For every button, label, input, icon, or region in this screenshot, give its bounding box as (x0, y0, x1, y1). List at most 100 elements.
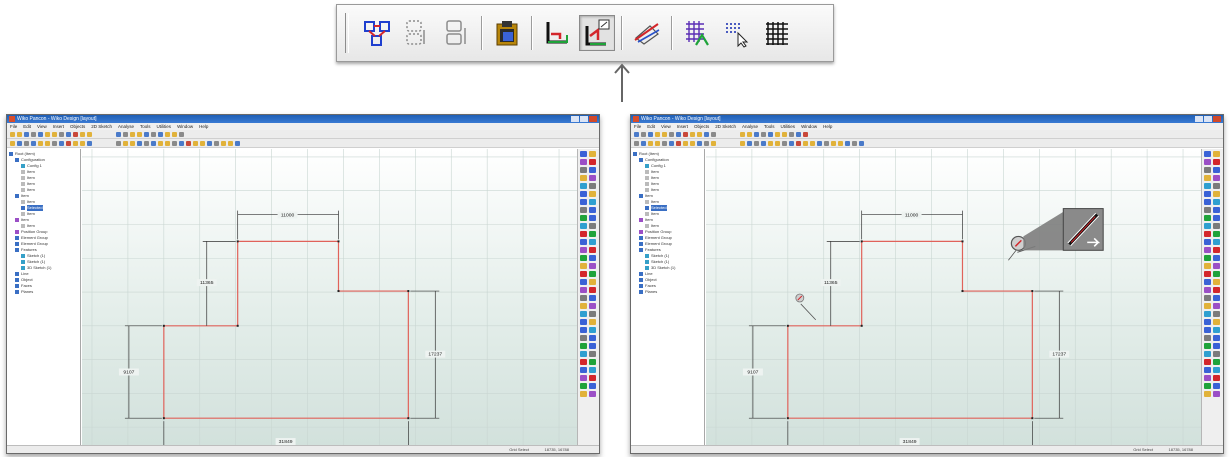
palette-tool-icon[interactable] (589, 335, 596, 341)
toolbar-tool-icon[interactable] (697, 140, 702, 146)
topology-button[interactable] (359, 15, 395, 51)
palette-tool-icon[interactable] (1213, 343, 1220, 349)
palette-tool-icon[interactable] (1213, 191, 1220, 197)
palette-tool-icon[interactable] (1213, 247, 1220, 253)
toolbar-tool-icon[interactable] (87, 140, 92, 146)
clipboard-button[interactable] (489, 15, 525, 51)
toolbar-tool-icon[interactable] (761, 140, 766, 146)
toolbar-tool-icon[interactable] (676, 140, 681, 146)
palette-tool-icon[interactable] (1213, 231, 1220, 237)
menu-item[interactable]: Edit (23, 123, 31, 130)
toolbar-tool-icon[interactable] (683, 131, 688, 137)
toolbar-tool-icon[interactable] (221, 140, 226, 146)
toolbar-tool-icon[interactable] (740, 140, 745, 146)
palette-tool-icon[interactable] (580, 391, 587, 397)
palette-tool-icon[interactable] (1213, 207, 1220, 213)
toolbar-tool-icon[interactable] (59, 131, 64, 137)
toolbar-tool-icon[interactable] (655, 140, 660, 146)
toolbar-tool-icon[interactable] (17, 140, 22, 146)
palette-tool-icon[interactable] (589, 271, 596, 277)
palette-tool-icon[interactable] (580, 239, 587, 245)
toolbar-tool-icon[interactable] (803, 131, 808, 137)
toolbar-tool-icon[interactable] (80, 140, 85, 146)
grid-edit-button[interactable] (679, 15, 715, 51)
toolbar-tool-icon[interactable] (803, 140, 808, 146)
toolbar-tool-icon[interactable] (824, 140, 829, 146)
feature-tree[interactable]: Root (Item) Configuration Config 1 Item Item… (7, 149, 81, 453)
toolbar-tool-icon[interactable] (789, 131, 794, 137)
toolbar-tool-icon[interactable] (704, 140, 709, 146)
palette-tool-icon[interactable] (1204, 351, 1211, 357)
drawing-canvas[interactable]: 11000 11365 17237 9107 31849 (706, 149, 1201, 445)
palette-tool-icon[interactable] (1204, 223, 1211, 229)
menu-item[interactable]: Insert (677, 123, 688, 130)
palette-tool-icon[interactable] (580, 343, 587, 349)
toolbar-tool-icon[interactable] (116, 131, 121, 137)
feature-tree[interactable]: Root (Item) Configuration Config 1 Item Item… (631, 149, 705, 453)
palette-tool-icon[interactable] (580, 167, 587, 173)
palette-tool-icon[interactable] (1204, 231, 1211, 237)
dimension-label[interactable]: 11000 (281, 213, 295, 219)
toolbar-tool-icon[interactable] (768, 131, 773, 137)
palette-tool-icon[interactable] (580, 375, 587, 381)
toolbar-tool-icon[interactable] (165, 140, 170, 146)
toolbar-tool-icon[interactable] (740, 131, 745, 137)
toolbar-tool-icon[interactable] (228, 140, 233, 146)
palette-tool-icon[interactable] (580, 287, 587, 293)
palette-tool-icon[interactable] (580, 191, 587, 197)
toolbar-tool-icon[interactable] (859, 140, 864, 146)
toolbar-tool-icon[interactable] (45, 140, 50, 146)
toolbar-tool-icon[interactable] (683, 140, 688, 146)
toolbar-tool-icon[interactable] (52, 140, 57, 146)
wall-edit-button[interactable] (579, 15, 615, 51)
minimize-button[interactable] (1195, 116, 1203, 122)
toolbar-tool-icon[interactable] (66, 140, 71, 146)
palette-tool-icon[interactable] (589, 391, 596, 397)
tree-node[interactable]: Planes (633, 289, 702, 295)
maximize-button[interactable] (1204, 116, 1212, 122)
toolbar-tool-icon[interactable] (754, 131, 759, 137)
maximize-button[interactable] (580, 116, 588, 122)
toolbar-tool-icon[interactable] (38, 140, 43, 146)
toolbar-tool-icon[interactable] (690, 131, 695, 137)
palette-tool-icon[interactable] (1213, 239, 1220, 245)
toolbar-tool-icon[interactable] (831, 140, 836, 146)
toolbar-tool-icon[interactable] (775, 131, 780, 137)
toolbar-tool-icon[interactable] (648, 131, 653, 137)
palette-tool-icon[interactable] (1204, 159, 1211, 165)
toolbar-tool-icon[interactable] (17, 131, 22, 137)
palette-tool-icon[interactable] (589, 239, 596, 245)
toolbar-tool-icon[interactable] (10, 131, 15, 137)
toolbar-tool-icon[interactable] (747, 131, 752, 137)
palette-tool-icon[interactable] (589, 175, 596, 181)
palette-tool-icon[interactable] (1204, 215, 1211, 221)
toolbar-tool-icon[interactable] (158, 140, 163, 146)
toolbar-tool-icon[interactable] (775, 140, 780, 146)
palette-tool-icon[interactable] (580, 159, 587, 165)
menu-item[interactable]: Insert (53, 123, 64, 130)
palette-tool-icon[interactable] (589, 215, 596, 221)
toolbar-tool-icon[interactable] (662, 131, 667, 137)
palette-tool-icon[interactable] (589, 279, 596, 285)
palette-tool-icon[interactable] (1204, 239, 1211, 245)
menu-item[interactable]: Analyse (742, 123, 758, 130)
palette-tool-icon[interactable] (589, 151, 596, 157)
toolbar-tool-icon[interactable] (24, 131, 29, 137)
toolbar-tool-icon[interactable] (137, 131, 142, 137)
palette-tool-icon[interactable] (580, 303, 587, 309)
floor-outline-button[interactable] (539, 15, 575, 51)
toolbar-tool-icon[interactable] (669, 131, 674, 137)
toolbar-tool-icon[interactable] (151, 131, 156, 137)
toolbar-tool-icon[interactable] (796, 131, 801, 137)
palette-tool-icon[interactable] (1204, 263, 1211, 269)
toolbar-tool-icon[interactable] (186, 140, 191, 146)
toolbar-tool-icon[interactable] (144, 140, 149, 146)
palette-tool-icon[interactable] (1213, 271, 1220, 277)
palette-tool-icon[interactable] (589, 159, 596, 165)
wire-select-dim-button[interactable] (399, 15, 435, 51)
toolbar-tool-icon[interactable] (52, 131, 57, 137)
toolbar-tool-icon[interactable] (172, 131, 177, 137)
toolbar-tool-icon[interactable] (796, 140, 801, 146)
palette-tool-icon[interactable] (580, 263, 587, 269)
palette-tool-icon[interactable] (580, 215, 587, 221)
